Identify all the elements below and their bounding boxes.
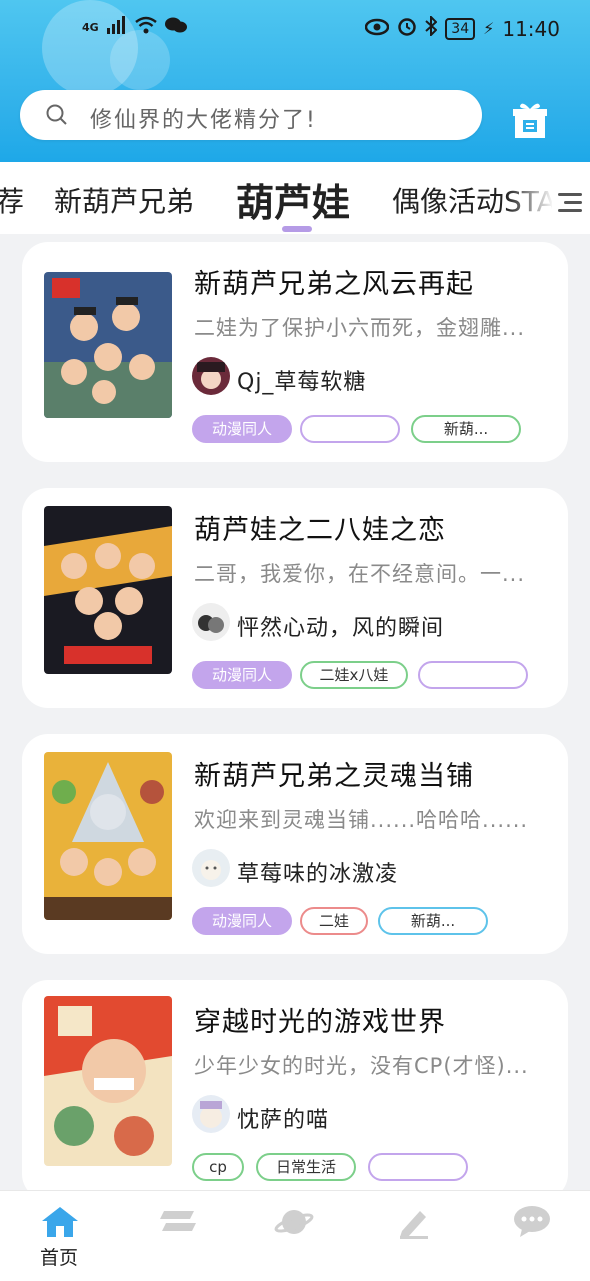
- cover-image: [44, 996, 172, 1166]
- story-card[interactable]: 葫芦娃之二八娃之恋 二哥，我爱你，在不经意间。一... 怦然心动，风的瞬间 动漫…: [22, 488, 568, 708]
- charging-icon: ⚡: [483, 19, 495, 38]
- story-title: 新葫芦兄弟之风云再起: [194, 269, 474, 300]
- bluetooth-icon: [425, 14, 438, 41]
- story-tag[interactable]: 动漫同人: [192, 415, 292, 443]
- category-tabs: 荐 新葫芦兄弟 葫芦娃 偶像活动STA: [0, 162, 590, 234]
- battery-indicator: 34: [445, 17, 476, 40]
- story-title: 穿越时光的游戏世界: [194, 1007, 446, 1038]
- author-avatar[interactable]: [192, 357, 230, 395]
- bottom-navigation: 首页: [0, 1190, 590, 1281]
- category-icon[interactable]: [158, 1205, 198, 1239]
- planet-icon[interactable]: [274, 1205, 314, 1239]
- story-title: 葫芦娃之二八娃之恋: [194, 515, 446, 546]
- story-description: 少年少女的时光，没有CP(才怪)...: [194, 1054, 529, 1078]
- search-bar[interactable]: 修仙界的大佬精分了!: [20, 90, 482, 140]
- home-label[interactable]: 首页: [40, 1243, 78, 1270]
- wifi-icon: [134, 16, 157, 39]
- author-avatar[interactable]: [192, 603, 230, 641]
- story-description: 欢迎来到灵魂当铺......哈哈哈......: [194, 808, 529, 832]
- story-tag[interactable]: 日常生活: [256, 1153, 356, 1181]
- author-name[interactable]: 忱萨的喵: [237, 1102, 329, 1134]
- story-tag[interactable]: 动漫同人: [192, 907, 292, 935]
- tab-indicator: [282, 226, 312, 232]
- wechat-icon: [164, 16, 187, 39]
- tab-new-calabash-brothers[interactable]: 新葫芦兄弟: [54, 180, 194, 220]
- story-tag[interactable]: 动漫同人: [192, 661, 292, 689]
- story-tag[interactable]: [300, 415, 400, 443]
- story-tag[interactable]: 新葫...: [378, 907, 488, 935]
- author-name[interactable]: Qj_草莓软糖: [237, 364, 366, 396]
- story-tag[interactable]: [368, 1153, 468, 1181]
- story-card[interactable]: 新葫芦兄弟之灵魂当铺 欢迎来到灵魂当铺......哈哈哈...... 草莓味的冰…: [22, 734, 568, 954]
- story-title: 新葫芦兄弟之灵魂当铺: [194, 761, 474, 792]
- story-tag[interactable]: [418, 661, 528, 689]
- story-description: 二哥，我爱你，在不经意间。一...: [194, 562, 526, 586]
- top-header: 4G 34 ⚡ 11:40 修仙界的大佬精分了!: [0, 0, 590, 162]
- story-tag[interactable]: 二娃: [300, 907, 368, 935]
- story-tag[interactable]: 二娃x八娃: [300, 661, 408, 689]
- signal-icon: [106, 16, 127, 39]
- cover-image: [44, 506, 172, 674]
- author-avatar[interactable]: [192, 849, 230, 887]
- clock-time: 11:40: [502, 16, 560, 41]
- eye-icon: [365, 17, 390, 41]
- cover-image: [44, 752, 172, 920]
- status-bar: 4G 34 ⚡ 11:40: [0, 14, 590, 52]
- home-icon[interactable]: [40, 1205, 80, 1239]
- story-card[interactable]: 新葫芦兄弟之风云再起 二娃为了保护小六而死，金翅雕... Qj_草莓软糖 动漫同…: [22, 242, 568, 462]
- write-icon[interactable]: [394, 1205, 434, 1239]
- story-tag[interactable]: cp: [192, 1153, 244, 1181]
- cover-image: [44, 272, 172, 418]
- author-name[interactable]: 怦然心动，风的瞬间: [237, 610, 444, 642]
- tab-menu-icon[interactable]: [552, 188, 590, 216]
- alarm-icon: [397, 16, 417, 41]
- search-icon: [46, 104, 67, 125]
- story-tag[interactable]: 新葫...: [411, 415, 521, 443]
- message-icon[interactable]: [512, 1205, 552, 1239]
- story-description: 二娃为了保护小六而死，金翅雕...: [194, 316, 526, 340]
- tab-calabash-babies[interactable]: 葫芦娃: [236, 172, 350, 227]
- sign-in-gift-icon[interactable]: [510, 100, 550, 140]
- author-avatar[interactable]: [192, 1095, 230, 1133]
- author-name[interactable]: 草莓味的冰激凌: [237, 856, 398, 888]
- network-label: 4G: [82, 21, 99, 34]
- search-placeholder: 修仙界的大佬精分了!: [90, 108, 317, 133]
- story-card[interactable]: 穿越时光的游戏世界 少年少女的时光，没有CP(才怪)... 忱萨的喵 cp 日常…: [22, 980, 568, 1200]
- tab-recommend[interactable]: 荐: [0, 180, 24, 220]
